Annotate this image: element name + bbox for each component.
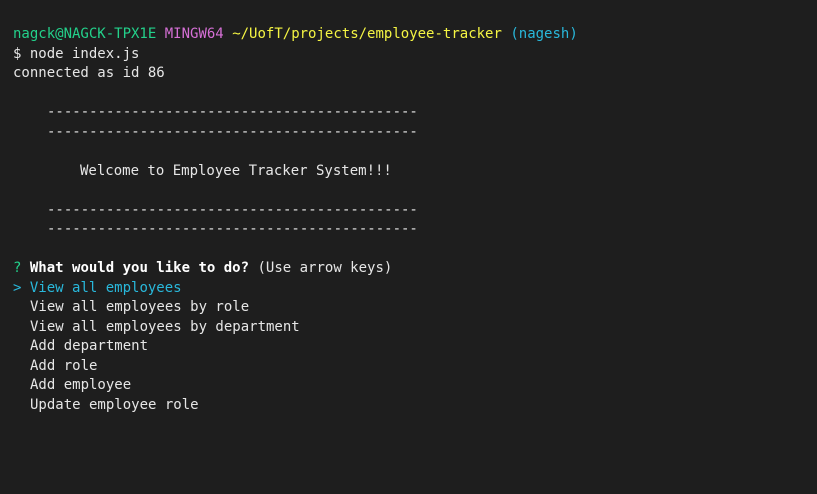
question-text: What would you like to do?: [29, 260, 250, 276]
prompt-path: ~/UofT/projects/employee-tracker: [232, 26, 502, 42]
separator-line: ----------------------------------------…: [47, 201, 418, 218]
terminal-window[interactable]: nagck@NAGCK-TPX1E MINGW64 ~/UofT/project…: [0, 0, 817, 494]
question-hint: (Use arrow keys): [257, 260, 393, 276]
menu-choice[interactable]: View all employees by role: [13, 298, 817, 318]
question-line: ? What would you like to do? (Use arrow …: [13, 259, 817, 279]
prompt-branch: (nagesh): [510, 26, 578, 42]
menu-choice[interactable]: Update employee role: [13, 396, 817, 416]
pointer-icon: >: [13, 279, 22, 296]
welcome-message: Welcome to Employee Tracker System!!!: [80, 162, 392, 179]
menu-choice-label: View all employees: [29, 279, 182, 296]
shell-prompt-line: nagck@NAGCK-TPX1E MINGW64 ~/UofT/project…: [13, 25, 817, 45]
menu-choice[interactable]: View all employees by department: [13, 318, 817, 338]
separator-line: ----------------------------------------…: [47, 221, 418, 237]
separator-line: ----------------------------------------…: [47, 123, 418, 140]
menu-choice[interactable]: Add role: [13, 357, 817, 377]
menu-choice[interactable]: Add department: [13, 337, 817, 357]
command-line: $ node index.js: [13, 45, 140, 62]
menu-choice[interactable]: Add employee: [13, 376, 817, 396]
menu-choice-selected[interactable]: > View all employees: [13, 279, 817, 299]
prompt-user-host: nagck@NAGCK-TPX1E: [13, 26, 157, 42]
question-mark: ?: [13, 260, 22, 276]
prompt-system: MINGW64: [164, 26, 224, 42]
separator-line: ----------------------------------------…: [47, 104, 418, 120]
connected-message: connected as id 86: [13, 65, 165, 81]
